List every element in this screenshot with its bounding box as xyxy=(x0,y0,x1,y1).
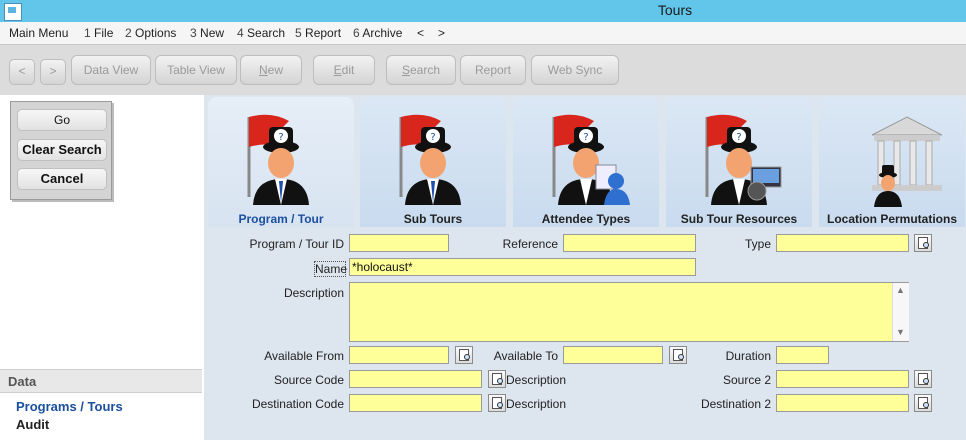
source2-lookup-icon[interactable] xyxy=(914,370,932,388)
menu-main-menu[interactable]: Main Menu xyxy=(9,26,68,40)
go-button[interactable]: Go xyxy=(17,109,107,131)
source2-field[interactable] xyxy=(776,370,909,388)
tab-sub-tour-resources[interactable]: ? Sub Tour Resources xyxy=(666,97,812,227)
source2-label: Source 2 xyxy=(722,373,771,387)
table-view-button[interactable]: Table View xyxy=(155,55,237,85)
duration-label: Duration xyxy=(725,349,771,363)
available-from-label: Available From xyxy=(264,349,344,363)
menu-new[interactable]: 3 New xyxy=(190,26,224,40)
tab-location-permutations[interactable]: Location Permutations xyxy=(819,97,965,227)
source-code-field[interactable] xyxy=(349,370,482,388)
menu-archive[interactable]: 6 Archive xyxy=(353,26,402,40)
data-header: Data xyxy=(0,369,202,393)
available-to-field[interactable] xyxy=(563,346,663,364)
search-button[interactable]: Search xyxy=(386,55,456,85)
search-actions-panel: Go Clear Search Cancel xyxy=(10,101,112,200)
available-to-lookup-icon[interactable] xyxy=(669,346,687,364)
cancel-button[interactable]: Cancel xyxy=(17,168,107,190)
menu-bar: Main Menu 1 File 2 Options 3 New 4 Searc… xyxy=(0,22,966,44)
tab-attendee-types[interactable]: ? Attendee Types xyxy=(513,97,659,227)
description-label: Description xyxy=(283,286,344,300)
svg-text:?: ? xyxy=(583,132,588,143)
edit-button[interactable]: Edit xyxy=(313,55,375,85)
program-tour-id-field[interactable] xyxy=(349,234,449,252)
data-item-programs-tours[interactable]: Programs / Tours xyxy=(16,399,123,414)
svg-text:?: ? xyxy=(430,132,435,143)
destination2-field[interactable] xyxy=(776,394,909,412)
source-code-label: Source Code xyxy=(273,373,344,387)
available-from-field[interactable] xyxy=(349,346,449,364)
menu-options[interactable]: 2 Options xyxy=(125,26,176,40)
reference-field[interactable] xyxy=(563,234,696,252)
source-code-lookup-icon[interactable] xyxy=(488,370,506,388)
destination-code-label: Destination Code xyxy=(251,397,344,411)
flag-person-icon: ? xyxy=(399,114,461,205)
description-field[interactable] xyxy=(349,282,909,342)
app-icon xyxy=(4,3,22,21)
data-view-button[interactable]: Data View xyxy=(71,55,151,85)
data-item-audit[interactable]: Audit xyxy=(16,417,49,432)
menu-file[interactable]: 1 File xyxy=(84,26,113,40)
svg-text:?: ? xyxy=(736,132,741,143)
duration-field[interactable] xyxy=(776,346,829,364)
toolbar: < > Data View Table View New Edit Search… xyxy=(0,44,966,96)
type-field[interactable] xyxy=(776,234,909,252)
destination-code-field[interactable] xyxy=(349,394,482,412)
tab-program-tour[interactable]: ? Program / Tour xyxy=(208,97,354,227)
flag-person-icon: ? xyxy=(247,114,309,205)
destination2-label: Destination 2 xyxy=(700,397,771,411)
clear-search-button[interactable]: Clear Search xyxy=(17,139,107,161)
type-lookup-icon[interactable] xyxy=(914,234,932,252)
available-to-label: Available To xyxy=(493,349,558,363)
program-tour-id-label: Program / Tour ID xyxy=(249,237,344,251)
menu-report[interactable]: 5 Report xyxy=(295,26,341,40)
tab-sub-tours[interactable]: ? Sub Tours xyxy=(360,97,506,227)
description-scrollbar[interactable]: ▲ ▼ xyxy=(892,283,909,341)
title-bar: Tours xyxy=(0,0,966,22)
menu-next-arrow[interactable]: > xyxy=(438,26,445,40)
back-button[interactable]: < xyxy=(9,59,35,85)
destination-code-lookup-icon[interactable] xyxy=(488,394,506,412)
window-title: Tours xyxy=(657,2,693,18)
web-sync-button[interactable]: Web Sync xyxy=(531,55,619,85)
forward-button[interactable]: > xyxy=(40,59,66,85)
svg-text:?: ? xyxy=(278,132,283,143)
scroll-up-icon[interactable]: ▲ xyxy=(896,285,905,295)
report-button[interactable]: Report xyxy=(460,55,526,85)
source-description-label: Description xyxy=(506,373,567,387)
building-person-icon xyxy=(871,116,942,207)
menu-search[interactable]: 4 Search xyxy=(237,26,285,40)
destination-description-label: Description xyxy=(506,397,567,411)
menu-prev-arrow[interactable]: < xyxy=(417,26,424,40)
scroll-down-icon[interactable]: ▼ xyxy=(896,327,905,337)
flag-person-devices-icon: ? xyxy=(705,114,782,205)
name-label: Name xyxy=(314,261,348,277)
name-field[interactable] xyxy=(349,258,696,276)
flag-person-users-icon: ? xyxy=(552,114,630,205)
destination2-lookup-icon[interactable] xyxy=(914,394,932,412)
reference-label: Reference xyxy=(502,237,558,251)
new-button[interactable]: New xyxy=(240,55,302,85)
type-label: Type xyxy=(744,237,771,251)
